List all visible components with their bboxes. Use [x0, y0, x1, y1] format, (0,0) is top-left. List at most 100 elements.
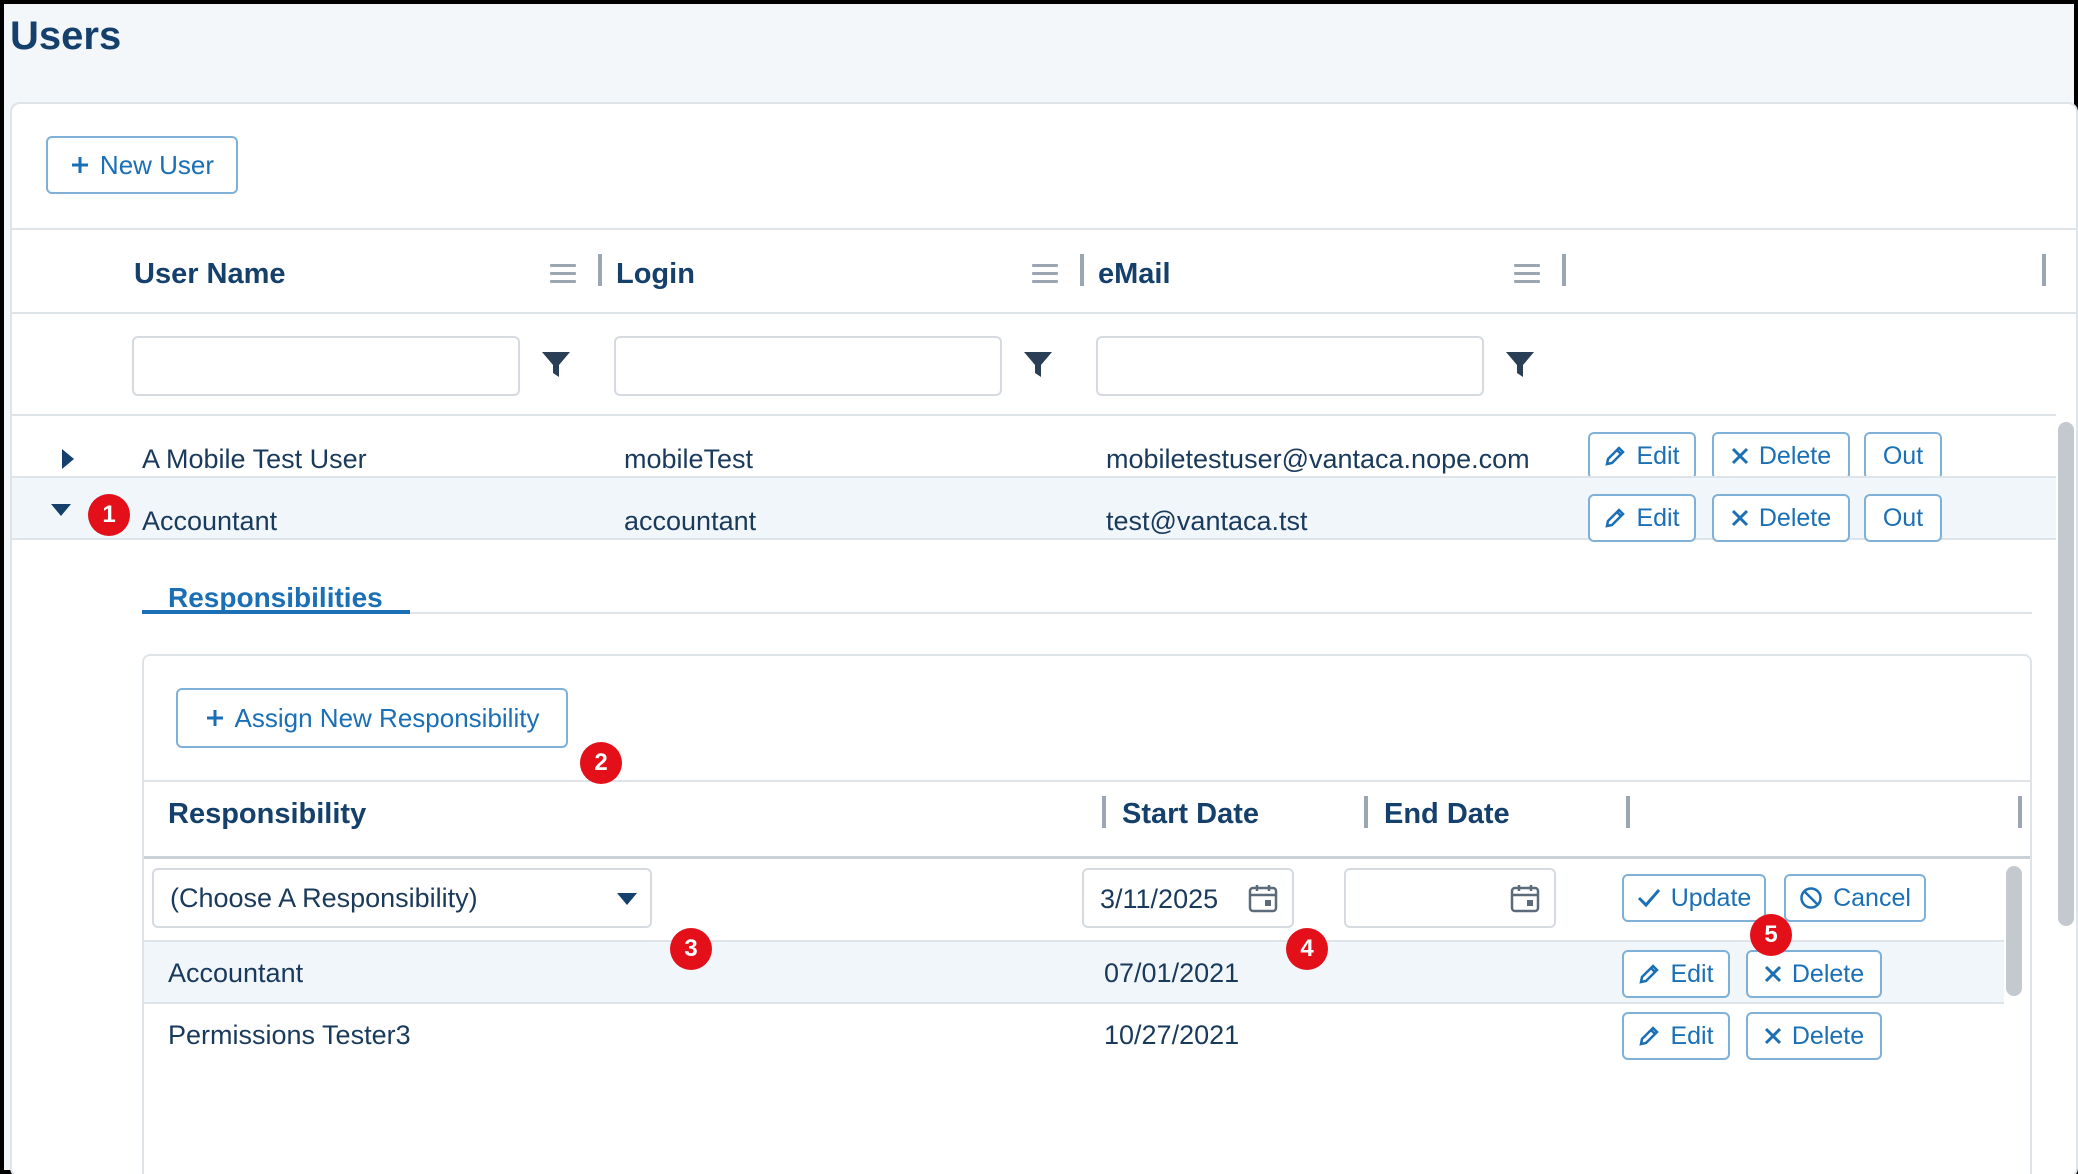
email-filter-input[interactable] [1096, 336, 1484, 396]
callout-badge: 1 [88, 494, 130, 536]
filter-icon[interactable] [1022, 350, 1054, 380]
delete-label: Delete [1791, 959, 1865, 988]
callout-badge: 4 [1286, 928, 1328, 970]
pencil-icon [1605, 508, 1626, 528]
delete-button[interactable]: Delete [1712, 494, 1850, 542]
update-label: Update [1670, 883, 1752, 912]
ban-icon [1800, 887, 1822, 909]
assign-responsibility-button[interactable]: Assign New Responsibility [176, 688, 568, 748]
column-header-end-date[interactable]: End Date [1384, 798, 1510, 831]
pencil-icon [1639, 964, 1660, 984]
calendar-icon[interactable] [1510, 883, 1540, 913]
start-date-cell: 10/27/2021 [1104, 1020, 1240, 1050]
callout-badge: 3 [670, 928, 712, 970]
column-header-responsibility[interactable]: Responsibility [168, 798, 366, 831]
out-button[interactable]: Out [1864, 432, 1942, 480]
pencil-icon [1639, 1026, 1660, 1046]
filter-icon[interactable] [1504, 350, 1536, 380]
delete-label: Delete [1791, 1021, 1865, 1050]
close-icon [1731, 447, 1748, 465]
responsibility-select-value: (Choose A Responsibility) [170, 883, 478, 913]
update-button[interactable]: Update [1622, 874, 1766, 922]
delete-button[interactable]: Delete [1746, 950, 1882, 998]
pencil-icon [1605, 446, 1626, 466]
out-button[interactable]: Out [1864, 494, 1942, 542]
column-resize-handle[interactable] [1562, 254, 1566, 286]
edit-button[interactable]: Edit [1622, 1012, 1730, 1060]
login-cell: mobileTest [624, 444, 754, 474]
divider [144, 1002, 2004, 1004]
start-date-value: 3/11/2025 [1100, 884, 1219, 914]
cancel-button[interactable]: Cancel [1784, 874, 1926, 922]
divider [144, 780, 2030, 782]
page-title: Users [10, 14, 122, 58]
column-menu-icon[interactable] [550, 264, 576, 284]
divider [12, 312, 2076, 314]
column-header-user-name[interactable]: User Name [134, 258, 286, 291]
column-resize-handle[interactable] [1080, 254, 1084, 286]
edit-button[interactable]: Edit [1588, 432, 1696, 480]
check-icon [1637, 889, 1660, 908]
user-name-filter-input[interactable] [132, 336, 520, 396]
callout-badge: 5 [1750, 914, 1792, 956]
out-label: Out [1882, 503, 1924, 532]
email-cell: test@vantaca.tst [1106, 506, 1308, 536]
user-name-cell: A Mobile Test User [142, 444, 367, 474]
inner-scrollbar-thumb[interactable] [2006, 866, 2022, 996]
collapse-row-icon[interactable] [50, 502, 72, 518]
login-filter-input[interactable] [614, 336, 1002, 396]
end-date-field[interactable] [1344, 868, 1556, 928]
delete-label: Delete [1758, 441, 1832, 470]
column-resize-handle[interactable] [1626, 796, 1630, 828]
divider [410, 612, 2032, 614]
divider [12, 414, 2056, 416]
delete-label: Delete [1758, 503, 1832, 532]
expand-row-icon[interactable] [60, 448, 76, 470]
column-menu-icon[interactable] [1514, 264, 1540, 284]
column-resize-handle[interactable] [598, 254, 602, 286]
plus-icon [71, 157, 88, 173]
edit-button[interactable]: Edit [1588, 494, 1696, 542]
edit-label: Edit [1670, 959, 1714, 988]
out-label: Out [1882, 441, 1924, 470]
column-resize-handle[interactable] [1102, 796, 1106, 828]
close-icon [1764, 965, 1781, 983]
callout-badge: 2 [580, 742, 622, 784]
plus-icon [206, 710, 223, 726]
outer-scrollbar-thumb[interactable] [2058, 422, 2074, 926]
responsibility-cell: Permissions Tester3 [168, 1020, 411, 1050]
column-resize-handle[interactable] [1364, 796, 1368, 828]
edit-button[interactable]: Edit [1622, 950, 1730, 998]
edit-label: Edit [1670, 1021, 1714, 1050]
cancel-label: Cancel [1833, 883, 1911, 912]
assign-responsibility-label: Assign New Responsibility [234, 702, 540, 733]
users-panel: New User User Name Login eMail A Mobile … [10, 102, 2078, 1174]
responsibility-cell: Accountant [168, 958, 304, 988]
start-date-field[interactable]: 3/11/2025 [1082, 868, 1294, 928]
edit-label: Edit [1636, 441, 1680, 470]
column-resize-handle[interactable] [2042, 254, 2046, 286]
new-user-label: New User [99, 149, 215, 180]
divider [12, 228, 2076, 230]
column-header-email[interactable]: eMail [1098, 258, 1171, 291]
user-name-cell: Accountant [142, 506, 278, 536]
calendar-icon[interactable] [1248, 883, 1278, 913]
close-icon [1764, 1027, 1781, 1045]
column-resize-handle[interactable] [2018, 796, 2022, 828]
window-frame: Users New User User Name Login eMail A M… [0, 0, 2078, 1174]
active-tab-indicator [142, 610, 410, 614]
start-date-cell: 07/01/2021 [1104, 958, 1240, 988]
email-cell: mobiletestuser@vantaca.nope.com [1106, 444, 1530, 474]
column-header-login[interactable]: Login [616, 258, 695, 291]
column-menu-icon[interactable] [1032, 264, 1058, 284]
delete-button[interactable]: Delete [1712, 432, 1850, 480]
delete-button[interactable]: Delete [1746, 1012, 1882, 1060]
column-header-start-date[interactable]: Start Date [1122, 798, 1259, 831]
divider [12, 476, 2056, 478]
filter-icon[interactable] [540, 350, 572, 380]
new-user-button[interactable]: New User [46, 136, 238, 194]
divider [144, 856, 2030, 859]
edit-label: Edit [1636, 503, 1680, 532]
close-icon [1731, 509, 1748, 527]
responsibility-select[interactable]: (Choose A Responsibility) [152, 868, 652, 928]
